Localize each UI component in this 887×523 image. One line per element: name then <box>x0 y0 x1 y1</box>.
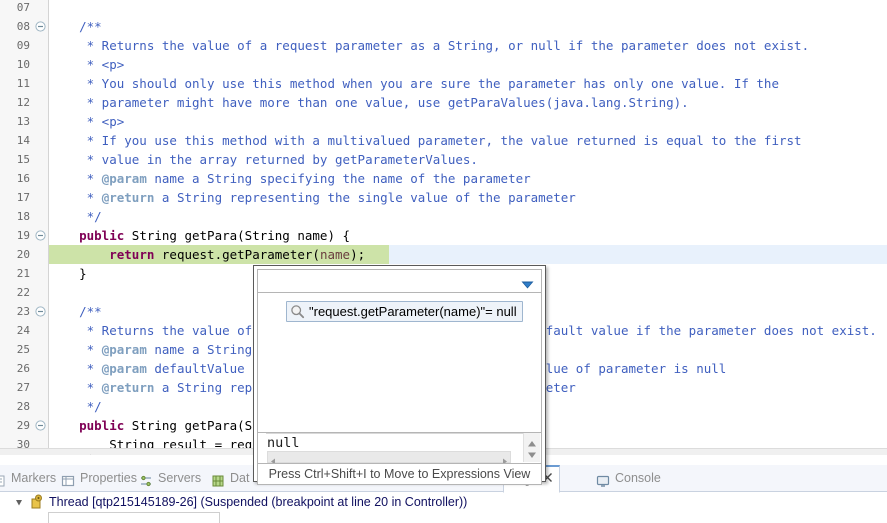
code-text: * Returns the value of a request paramet… <box>49 38 810 53</box>
thread-suspended-icon <box>28 494 44 510</box>
code-line[interactable]: 17 * @return a String representing the s… <box>0 188 887 207</box>
database-icon <box>211 471 225 487</box>
code-text: public String getPara(String name) { <box>79 228 351 243</box>
code-text: */ <box>49 399 102 414</box>
line-number: 12 <box>16 96 30 109</box>
code-line[interactable]: 12 * parameter might have more than one … <box>0 93 887 112</box>
line-number: 26 <box>16 362 30 375</box>
code-text: * If you use this method with a multival… <box>49 133 802 148</box>
code-line[interactable]: 14 * If you use this method with a multi… <box>0 131 887 150</box>
line-number: 21 <box>16 267 30 280</box>
code-text: * parameter might have more than one val… <box>49 95 689 110</box>
code-text: /** <box>49 19 102 34</box>
chevron-down-icon[interactable] <box>521 278 534 289</box>
detail-horizontal-scrollbar[interactable] <box>267 451 511 465</box>
code-line[interactable]: 20 return request.getParameter(name); <box>0 245 887 264</box>
detail-value: null <box>267 435 300 451</box>
code-line[interactable]: 11 * You should only use this method whe… <box>0 74 887 93</box>
eclipse-ide-window: 07 08 /** 09 * Returns the value of a requ… <box>0 0 887 523</box>
fold-collapse-icon[interactable] <box>35 230 46 241</box>
popup-expression-list[interactable]: "request.getParameter(name)"= null <box>257 292 542 433</box>
tab-markers[interactable]: Markers <box>0 465 62 491</box>
tab-properties[interactable]: Properties <box>55 465 143 491</box>
expression-text: "request.getParameter(name)"= null <box>309 304 517 319</box>
fold-collapse-icon[interactable] <box>35 420 46 431</box>
line-number: 13 <box>16 115 30 128</box>
tab-dat[interactable]: Dat <box>205 465 255 491</box>
code-text: /** <box>49 304 102 319</box>
line-number: 22 <box>16 286 30 299</box>
tab-console[interactable]: Console <box>590 465 667 491</box>
line-number: 09 <box>16 39 30 52</box>
scroll-left-arrow-icon[interactable] <box>270 454 277 465</box>
popup-header-bar[interactable] <box>257 269 542 292</box>
debug-thread-row[interactable]: Thread [qtp215145189-26] (Suspended (bre… <box>0 492 887 512</box>
line-number: 20 <box>16 248 30 261</box>
code-line[interactable]: 15 * value in the array returned by getP… <box>0 150 887 169</box>
tab-label: Console <box>615 471 661 485</box>
fold-collapse-icon[interactable] <box>35 21 46 32</box>
code-text: } <box>49 266 87 281</box>
code-text: */ <box>49 209 102 224</box>
tab-label: Dat <box>230 471 250 485</box>
popup-footer-hint: Press Ctrl+Shift+I to Move to Expression… <box>268 467 531 481</box>
line-number: 07 <box>16 1 30 14</box>
line-number: 10 <box>16 58 30 71</box>
line-number: 17 <box>16 191 30 204</box>
line-number: 19 <box>16 229 30 242</box>
scroll-right-arrow-icon[interactable] <box>501 454 508 465</box>
scroll-down-arrow-icon[interactable] <box>527 448 537 458</box>
code-text: * @return a String representing the sing… <box>49 190 576 205</box>
code-text: * @param name a String specifying the na… <box>49 171 531 186</box>
line-number: 08 <box>16 20 30 33</box>
code-text: * value in the array returned by getPara… <box>49 152 478 167</box>
code-line[interactable]: 13 * <p> <box>0 112 887 131</box>
popup-inner: "request.getParameter(name)"= null null <box>257 269 542 485</box>
debug-stack-frame-row[interactable] <box>48 512 220 523</box>
code-text: * <p> <box>49 114 125 129</box>
code-line[interactable]: 10 * <p> <box>0 55 887 74</box>
line-number: 25 <box>16 343 30 356</box>
line-number: 28 <box>16 400 30 413</box>
code-line[interactable]: 18 */ <box>0 207 887 226</box>
line-number: 16 <box>16 172 30 185</box>
markers-icon <box>0 471 6 487</box>
line-number: 15 <box>16 153 30 166</box>
properties-icon <box>61 471 75 487</box>
popup-footer: Press Ctrl+Shift+I to Move to Expression… <box>257 463 542 485</box>
servers-icon <box>139 471 153 487</box>
line-number: 23 <box>16 305 30 318</box>
detail-separator <box>266 433 531 434</box>
fold-collapse-icon[interactable] <box>35 306 46 317</box>
code-line[interactable]: 09 * Returns the value of a request para… <box>0 36 887 55</box>
line-number: 24 <box>16 324 30 337</box>
collapsed-triangle-icon[interactable] <box>14 497 24 507</box>
tab-label: Servers <box>158 471 202 485</box>
expression-inspect-popup[interactable]: "request.getParameter(name)"= null null <box>253 265 546 485</box>
tab-servers[interactable]: Servers <box>133 465 207 491</box>
tab-label: Properties <box>80 471 137 485</box>
line-number: 29 <box>16 419 30 432</box>
code-line[interactable]: 08 /** <box>0 17 887 36</box>
detail-vertical-scrollbar[interactable] <box>523 433 540 462</box>
code-text: * You should only use this method when y… <box>49 76 779 91</box>
line-number: 14 <box>16 134 30 147</box>
code-line[interactable]: 07 <box>0 0 887 17</box>
scroll-up-arrow-icon[interactable] <box>527 437 537 447</box>
scroll-left-arrow-icon[interactable] <box>84 452 94 455</box>
code-text: * <p> <box>49 57 125 72</box>
popup-detail-pane[interactable]: null <box>257 433 542 465</box>
code-text: return request.getParameter(name); <box>109 247 366 262</box>
console-icon <box>596 471 610 487</box>
tab-label: Markers <box>11 471 57 485</box>
line-number: 11 <box>16 77 30 90</box>
code-line[interactable]: 19 public String getPara(String name) { <box>0 226 887 245</box>
thread-label: Thread [qtp215145189-26] (Suspended (bre… <box>49 495 468 509</box>
expression-entry[interactable]: "request.getParameter(name)"= null <box>286 301 523 322</box>
line-number: 27 <box>16 381 30 394</box>
line-number: 18 <box>16 210 30 223</box>
code-line[interactable]: 16 * @param name a String specifying the… <box>0 169 887 188</box>
magnifier-icon <box>290 304 305 319</box>
